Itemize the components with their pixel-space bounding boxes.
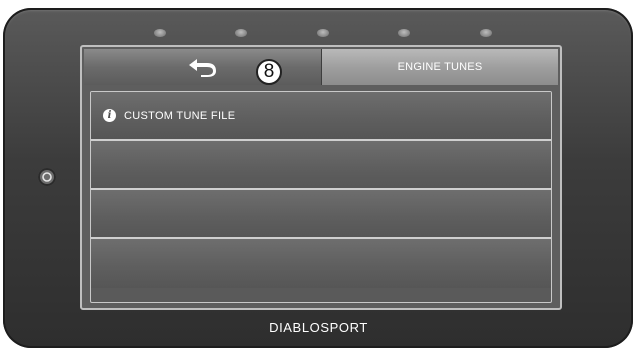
header-bar: ENGINE TUNES <box>84 49 558 85</box>
power-button[interactable] <box>38 168 56 186</box>
list-item-label: CUSTOM TUNE FILE <box>124 109 236 122</box>
list-item[interactable] <box>91 239 551 288</box>
status-led-1 <box>154 29 166 37</box>
tune-list: i CUSTOM TUNE FILE <box>90 91 552 303</box>
back-button[interactable] <box>84 49 322 85</box>
status-led-4 <box>398 29 410 37</box>
status-led-5 <box>480 29 492 37</box>
list-item[interactable] <box>91 141 551 190</box>
power-icon <box>42 172 52 182</box>
status-led-2 <box>235 29 247 37</box>
list-item-custom-tune-file[interactable]: i CUSTOM TUNE FILE <box>91 92 551 141</box>
screen: ENGINE TUNES i CUSTOM TUNE FILE 8 <box>80 45 562 310</box>
page-title: ENGINE TUNES <box>322 49 558 85</box>
info-icon[interactable]: i <box>103 109 116 122</box>
callout-number: 8 <box>256 59 282 85</box>
list-item[interactable] <box>91 190 551 239</box>
status-led-3 <box>317 29 329 37</box>
brand-logo: DIABLOSPORT <box>269 320 368 335</box>
back-arrow-icon <box>188 59 216 77</box>
